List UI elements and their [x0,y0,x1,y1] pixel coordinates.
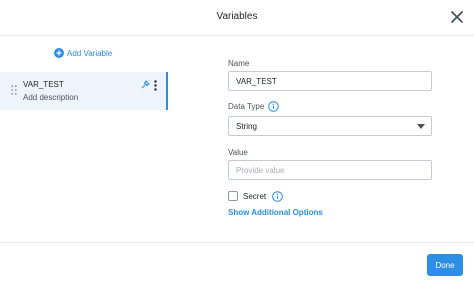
dialog-title: Variables [216,11,258,22]
close-icon[interactable] [450,10,464,24]
dialog-footer [0,242,474,287]
dialog-header: Variables [0,0,474,36]
data-type-label: Data Type [228,102,265,111]
secret-label: Secret [243,192,267,201]
data-type-info-icon[interactable] [268,101,279,112]
add-variable-label: Add Variable [67,48,113,58]
done-button[interactable]: Done [427,254,463,276]
secret-checkbox[interactable] [228,191,238,201]
name-input[interactable]: VAR_TEST [228,71,432,91]
variable-name: VAR_TEST [23,80,64,89]
value-input[interactable]: Provide value [228,160,432,180]
value-label: Value [228,148,248,157]
variable-description[interactable]: Add description [23,93,78,102]
show-additional-options-link[interactable]: Show Additional Options [228,208,323,217]
pin-icon[interactable] [141,80,150,89]
value-input-placeholder: Provide value [236,165,285,175]
chevron-down-icon [417,124,425,129]
name-label: Name [228,59,250,68]
data-type-value: String [236,121,257,131]
variable-list-item[interactable]: VAR_TEST Add description [0,72,168,110]
plus-circle-icon [54,48,64,58]
secret-info-icon[interactable] [272,191,283,202]
variables-sidebar: Add Variable VAR_TEST Add description [0,36,168,242]
drag-handle-icon[interactable] [11,85,17,95]
name-input-value: VAR_TEST [236,76,277,86]
more-options-icon[interactable] [153,80,158,91]
data-type-select[interactable]: String [228,116,432,136]
add-variable-button[interactable]: Add Variable [54,48,112,58]
